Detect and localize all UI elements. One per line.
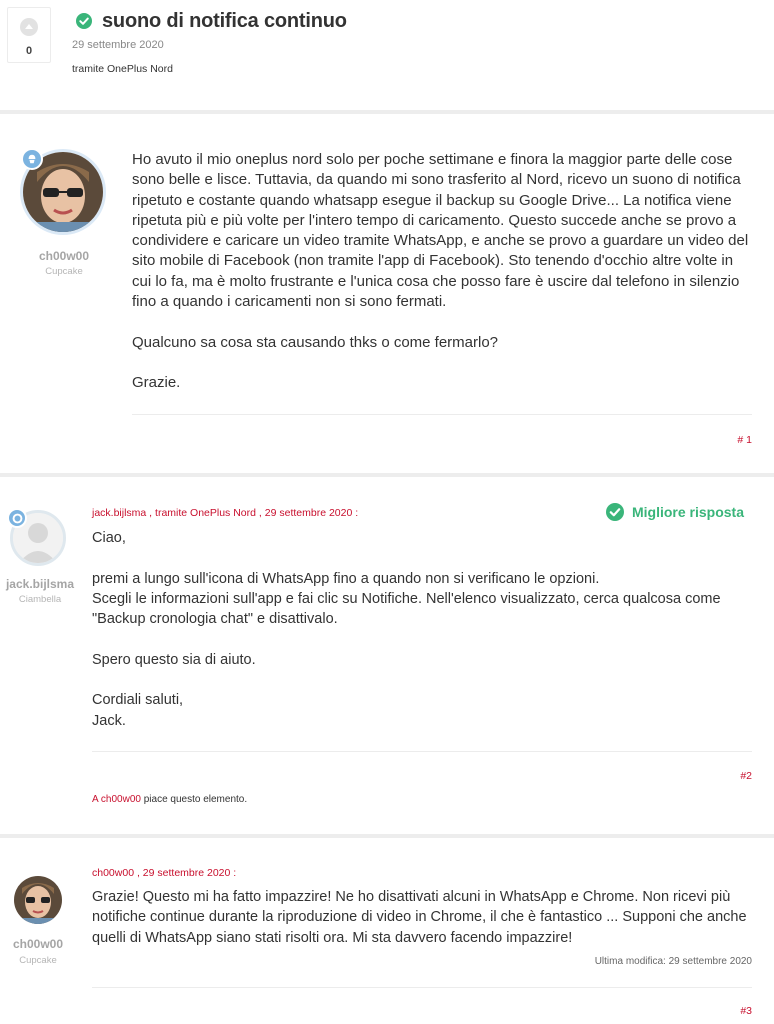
post-item: ch00w00 Cupcake Ho avuto il mio oneplus …: [0, 114, 774, 474]
author-name[interactable]: ch00w00: [0, 249, 128, 263]
author-name[interactable]: ch00w00: [0, 937, 102, 951]
last-edited: Ultima modifica: 29 settembre 2020: [594, 956, 752, 967]
likes-prefix: A: [92, 794, 99, 805]
vote-widget: 0: [7, 7, 51, 63]
topic-header: 0 suono di notifica continuo 29 settembr…: [0, 0, 774, 112]
likes-user-link[interactable]: ch00w00: [101, 794, 141, 805]
topic-device: tramite OnePlus Nord: [72, 63, 173, 75]
best-answer-label: Migliore risposta: [631, 504, 744, 520]
post-paragraph: Qualcuno sa cosa sta causando thks o com…: [132, 333, 499, 351]
solved-check-icon: [76, 13, 92, 29]
check-circle-icon: [605, 503, 624, 521]
post-item: ch00w00 Cupcake ch00w00 , 29 settembre 2…: [0, 838, 774, 1024]
post-paragraph: Ho avuto il mio oneplus nord solo per po…: [132, 151, 749, 311]
post-date: 29 settembre 2020: [264, 507, 353, 519]
author-rank: Cupcake: [19, 955, 57, 966]
post-paragraph: Grazie.: [132, 374, 181, 392]
post-line: Cordiali saluti,: [92, 692, 184, 709]
post-number-link[interactable]: #2: [740, 770, 752, 782]
post-item: jack.bijlsma Ciambella jack.bijlsma , tr…: [0, 477, 774, 835]
arrow-up-icon: [25, 24, 33, 29]
avatar-photo: [14, 876, 62, 924]
topic-date: 29 settembre 2020: [72, 39, 164, 51]
post-content: Grazie! Questo mi ha fatto impazzire! Ne…: [92, 889, 747, 946]
author-rank: Ciambella: [18, 594, 62, 605]
post-line: Spero questo sia di aiuto.: [92, 651, 256, 668]
post-separator: [92, 751, 752, 752]
post-number-link[interactable]: # 1: [737, 434, 752, 446]
likes-text: piace questo elemento.: [143, 794, 248, 805]
likes-summary: A ch00w00 piace questo elemento.: [92, 794, 247, 805]
post-meta: jack.bijlsma , tramite OnePlus Nord , 29…: [92, 507, 359, 519]
rank-donut-icon: [7, 508, 27, 528]
post-content: Ho avuto il mio oneplus nord solo per po…: [132, 150, 754, 394]
rank-cupcake-icon: [21, 148, 43, 170]
post-line: Scegli le informazioni sull'app e fai cl…: [92, 590, 721, 607]
post-meta: ch00w00 , 29 settembre 2020 :: [92, 867, 237, 879]
post-line: "Backup cronologia chat" e disattivalo.: [92, 611, 338, 628]
post-device: tramite OnePlus Nord: [155, 507, 256, 519]
post-date: 29 settembre 2020: [142, 867, 231, 879]
upvote-button[interactable]: [20, 18, 38, 36]
author-rank: Cupcake: [45, 266, 83, 277]
post-author-link[interactable]: ch00w00: [92, 867, 134, 879]
post-author-link[interactable]: jack.bijlsma: [92, 507, 146, 519]
vote-count: 0: [25, 45, 33, 57]
post-number-link[interactable]: #3: [740, 1005, 752, 1017]
post-separator: [132, 414, 752, 415]
best-answer-badge: Migliore risposta: [605, 503, 744, 521]
post-separator: [92, 987, 752, 988]
post-line: premi a lungo sull'icona di WhatsApp fin…: [92, 570, 600, 587]
post-line: Ciao,: [92, 530, 126, 546]
avatar[interactable]: [14, 876, 62, 924]
page-title: suono di notifica continuo: [102, 10, 347, 32]
author-name[interactable]: jack.bijlsma: [0, 577, 104, 591]
post-content: Ciao, premi a lungo sull'icona di WhatsA…: [92, 528, 756, 731]
post-line: Jack.: [92, 712, 126, 729]
